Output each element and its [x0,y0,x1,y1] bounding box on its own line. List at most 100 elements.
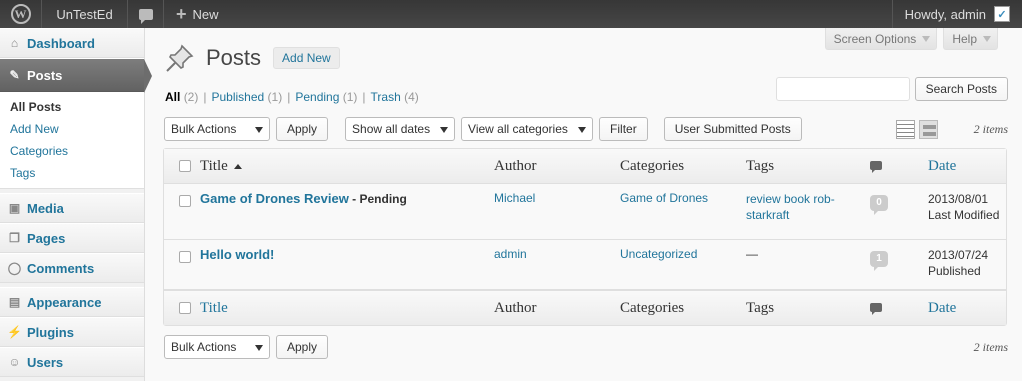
screen-options-button[interactable]: Screen Options [824,28,938,50]
comment-count-badge[interactable]: 1 [870,251,888,271]
column-tags-footer: Tags [746,290,864,325]
menu-label: Comments [27,260,95,276]
view-trash[interactable]: Trash [371,90,401,104]
chevron-down-icon [578,127,587,133]
page-header: Posts Add New [164,42,340,74]
site-name-link[interactable]: UnTestEd [42,0,128,28]
tags-cell: — [746,240,864,290]
column-comments-footer[interactable] [864,290,928,325]
new-label: New [192,6,219,22]
my-account-menu[interactable]: Howdy, admin ✓ [891,0,1022,28]
select-value: Show all dates [352,122,431,136]
admin-menu: ⌂ Dashboard ✎ Posts All Posts Add New Ca… [0,28,152,381]
comment-bubble-icon [870,160,882,173]
tablenav-bottom: Bulk Actions Apply 2 items [164,335,1008,359]
row-checkbox[interactable] [179,251,191,263]
categories-filter-select[interactable]: View all categories [461,117,594,141]
list-view-icon[interactable] [896,119,915,139]
submenu-categories[interactable]: Categories [0,140,144,162]
post-title-link[interactable]: Hello world! [200,247,274,262]
comment-count-badge[interactable]: 0 [870,195,888,215]
user-submitted-posts-button[interactable]: User Submitted Posts [663,117,802,141]
wordpress-logo-icon: W [10,4,31,24]
table-row: Game of Drones Review - Pending Michael … [164,184,1006,240]
column-title[interactable]: Title [200,149,494,184]
new-content-menu[interactable]: + New [164,0,231,28]
submenu-all-posts[interactable]: All Posts [0,96,144,118]
submenu-add-new[interactable]: Add New [0,118,144,140]
bulk-actions-select-bottom[interactable]: Bulk Actions [164,335,270,359]
item-count: 2 items [973,339,1008,354]
column-author: Author [494,149,620,184]
view-all[interactable]: All [165,90,180,104]
author-link[interactable]: admin [494,247,527,261]
posts-submenu: All Posts Add New Categories Tags [0,92,144,189]
post-date: 2013/08/01 [928,192,989,206]
search-box: Search Posts [775,77,1008,101]
bulk-actions-select[interactable]: Bulk Actions [164,117,270,141]
select-all-checkbox-footer[interactable] [179,302,191,315]
column-comments[interactable] [864,149,928,184]
search-posts-button[interactable]: Search Posts [914,77,1008,101]
menu-dashboard[interactable]: ⌂ Dashboard [0,28,144,58]
column-categories-footer: Categories [620,290,746,325]
category-link[interactable]: Uncategorized [620,247,697,261]
wp-logo-menu[interactable]: W [0,0,42,28]
dates-filter-select[interactable]: Show all dates [345,117,456,141]
search-input[interactable] [775,77,910,101]
post-title-link[interactable]: Game of Drones Review [200,191,349,206]
help-label: Help [952,31,977,46]
pushpin-icon: ✎ [9,68,20,82]
sort-asc-icon [233,163,242,169]
pages-icon: ❐ [9,231,20,245]
column-date-footer[interactable]: Date [928,290,1006,325]
excerpt-view-icon[interactable] [919,119,938,139]
apply-button-bottom[interactable]: Apply [276,335,329,359]
screen-meta-links: Screen Options Help [824,28,998,50]
menu-label: Posts [27,67,63,83]
comments-link[interactable] [128,0,164,28]
menu-media[interactable]: ▣ Media [0,193,144,223]
users-icon: ☺ [8,355,21,369]
select-all-checkbox[interactable] [179,160,191,173]
caret-down-icon [922,36,931,42]
tablenav-top: Bulk Actions Apply Show all dates View a… [164,117,1008,141]
pushpin-icon [166,44,194,72]
dashboard-icon: ⌂ [10,36,19,50]
chevron-down-icon [255,127,263,133]
menu-appearance[interactable]: ▤ Appearance [0,287,144,317]
column-author-footer: Author [494,290,620,325]
author-link[interactable]: Michael [494,191,535,205]
menu-label: Plugins [27,324,74,340]
separator: | [287,90,291,104]
tag-link[interactable]: review book rob-starkraft [746,192,835,222]
column-title-footer[interactable]: Title [200,290,494,325]
column-date[interactable]: Date [928,149,1006,184]
view-pending[interactable]: Pending [295,90,339,104]
comments-icon: ◯ [7,261,22,275]
menu-users[interactable]: ☺ Users [0,347,144,377]
category-link[interactable]: Game of Drones [620,191,708,205]
separator: | [203,90,207,104]
submenu-tags[interactable]: Tags [0,162,144,184]
menu-pages[interactable]: ❐ Pages [0,223,144,253]
date-status: Last Modified [928,208,1000,222]
help-button[interactable]: Help [943,28,998,50]
post-date: 2013/07/24 [928,248,989,262]
view-published[interactable]: Published [211,90,264,104]
plugins-icon: ⚡ [7,325,22,339]
plus-icon: + [176,4,187,24]
appearance-icon: ▤ [8,295,21,309]
column-label: Date [928,157,957,174]
menu-comments[interactable]: ◯ Comments [0,253,144,283]
column-categories: Categories [620,149,746,184]
apply-button[interactable]: Apply [276,117,329,141]
main-content: Screen Options Help Posts Add New All (2… [146,28,1022,381]
filter-button[interactable]: Filter [599,117,648,141]
menu-plugins[interactable]: ⚡ Plugins [0,317,144,347]
add-new-button[interactable]: Add New [273,47,340,69]
column-label: Title [200,157,228,174]
row-checkbox[interactable] [179,195,191,207]
separator: | [362,90,366,104]
menu-posts[interactable]: ✎ Posts [0,58,152,93]
